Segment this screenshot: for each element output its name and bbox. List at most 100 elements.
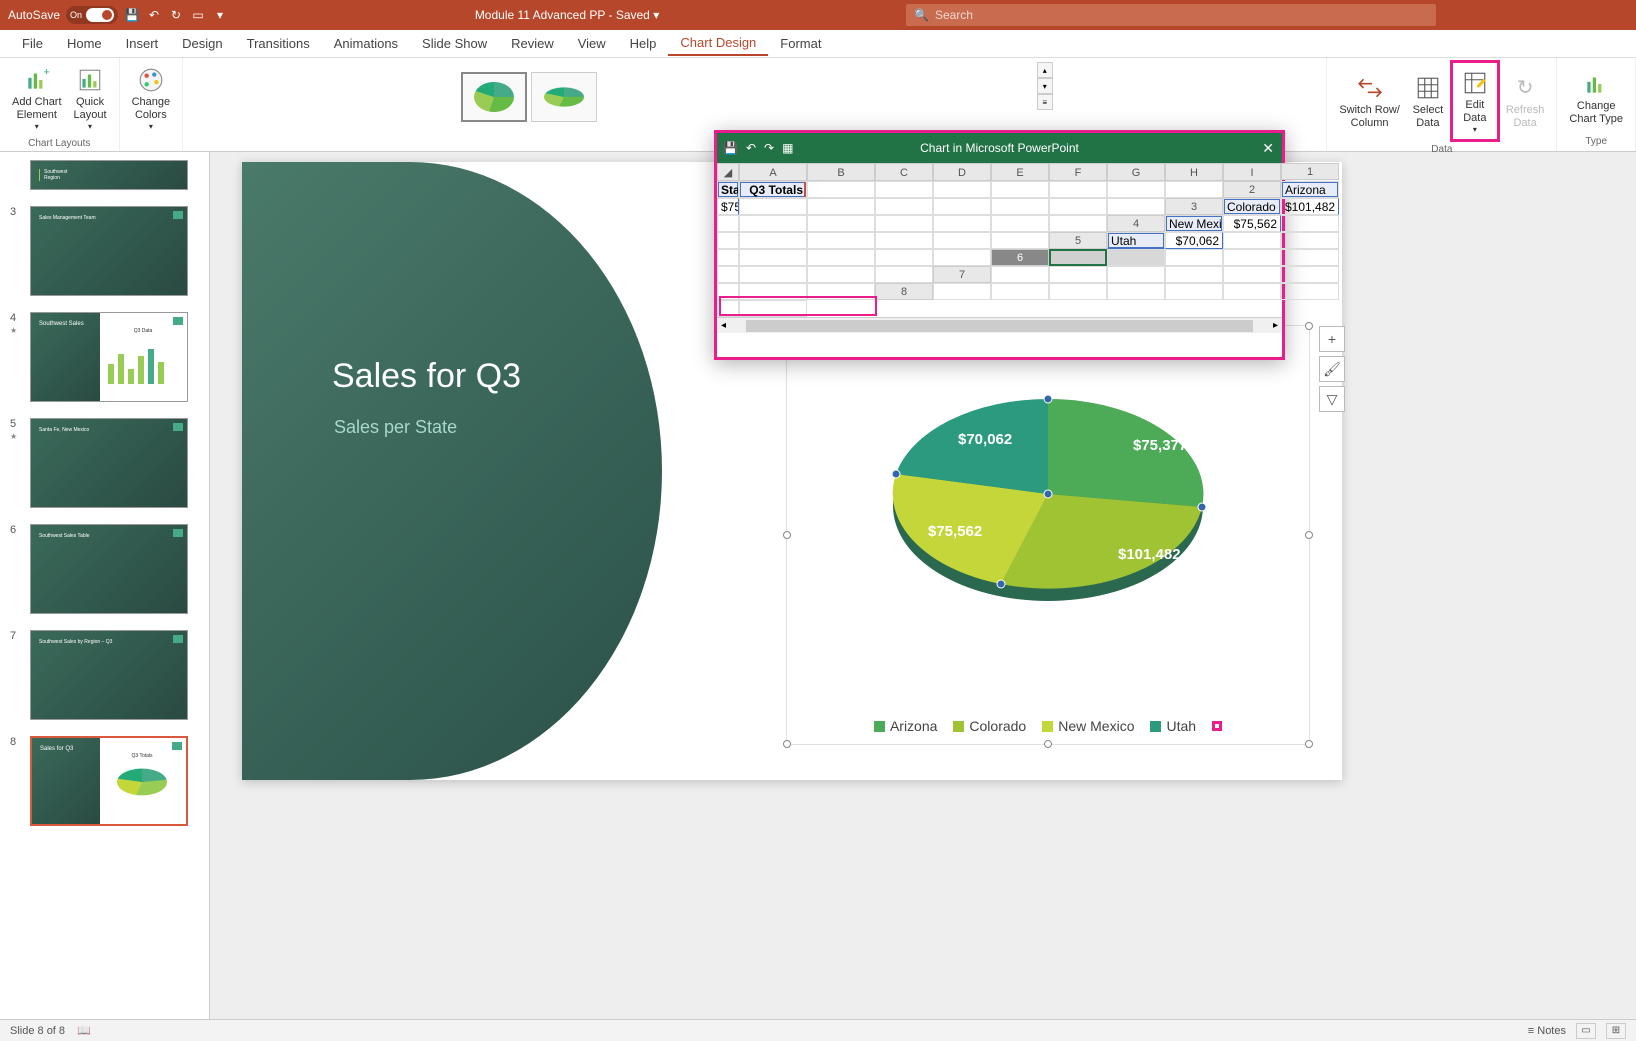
chart-plus-button[interactable]: + bbox=[1319, 326, 1345, 352]
qat-more-icon[interactable]: ▾ bbox=[212, 7, 228, 23]
select-all-cell[interactable]: ◢ bbox=[717, 163, 739, 181]
tab-home[interactable]: Home bbox=[55, 32, 114, 55]
excel-undo-icon[interactable]: ↶ bbox=[746, 141, 756, 155]
slide-thumb-4[interactable]: 4★ Southwest SalesQ3 Data bbox=[0, 304, 209, 410]
toggle-switch-icon bbox=[86, 8, 114, 22]
chart-filter-button[interactable]: ▽ bbox=[1319, 386, 1345, 412]
pie-label-arizona: $75,377 bbox=[1133, 437, 1187, 454]
slide-thumb-8[interactable]: 8 Sales for Q3Q3 Totals bbox=[0, 728, 209, 834]
change-colors-button[interactable]: Change Colors ▾ bbox=[126, 60, 177, 136]
cell[interactable]: $75,377 bbox=[717, 198, 739, 215]
col-header[interactable]: D bbox=[933, 163, 991, 181]
row-header[interactable]: 7 bbox=[933, 266, 991, 283]
tab-transitions[interactable]: Transitions bbox=[235, 32, 322, 55]
pie-label-colorado: $101,482 bbox=[1118, 546, 1181, 563]
row-header[interactable]: 4 bbox=[1107, 215, 1165, 232]
excel-chart-icon[interactable]: ▦ bbox=[782, 141, 793, 155]
gallery-up-icon[interactable]: ▴ bbox=[1037, 62, 1053, 78]
svg-text:+: + bbox=[43, 67, 49, 79]
gallery-down-icon[interactable]: ▾ bbox=[1037, 78, 1053, 94]
col-header[interactable]: F bbox=[1049, 163, 1107, 181]
sorter-view-icon[interactable]: ⊞ bbox=[1606, 1023, 1626, 1039]
row-header[interactable]: 8 bbox=[875, 283, 933, 300]
tab-format[interactable]: Format bbox=[768, 32, 833, 55]
cell[interactable]: $101,482 bbox=[1281, 198, 1339, 215]
save-icon[interactable]: 💾 bbox=[124, 7, 140, 23]
gallery-more-icon[interactable]: ≡ bbox=[1037, 94, 1053, 110]
chart-style-2[interactable] bbox=[531, 72, 597, 122]
change-chart-type-button[interactable]: Change Chart Type bbox=[1563, 64, 1629, 130]
cell[interactable]: $75,562 bbox=[1223, 215, 1281, 232]
col-header[interactable]: G bbox=[1107, 163, 1165, 181]
search-box[interactable]: 🔍 bbox=[906, 4, 1436, 26]
cell[interactable]: New Mexico bbox=[1165, 215, 1223, 232]
slide-thumbnails[interactable]: Southwest Region 3 Sales Management Team… bbox=[0, 152, 210, 1019]
cell[interactable]: $70,062 bbox=[1165, 232, 1223, 249]
excel-save-icon[interactable]: 💾 bbox=[723, 141, 738, 155]
quick-layout-icon bbox=[74, 64, 106, 96]
excel-grid[interactable]: ◢ A B C D E F G H I 1 State Q3 Totals 2 … bbox=[717, 163, 1282, 317]
notes-indicator-icon[interactable]: 📖 bbox=[77, 1024, 91, 1037]
autosave-toggle[interactable]: On bbox=[66, 6, 118, 24]
palette-icon bbox=[135, 64, 167, 96]
edit-data-button[interactable]: Edit Data ▾ bbox=[1450, 60, 1500, 142]
undo-icon[interactable]: ↶ bbox=[146, 7, 162, 23]
chart-style-gallery[interactable]: ▴ ▾ ≡ bbox=[455, 60, 1055, 134]
col-header[interactable]: I bbox=[1223, 163, 1281, 181]
add-chart-element-button[interactable]: + Add Chart Element ▾ bbox=[6, 60, 68, 136]
tab-chart-design[interactable]: Chart Design bbox=[668, 31, 768, 56]
tab-animations[interactable]: Animations bbox=[322, 32, 410, 55]
row-header[interactable]: 5 bbox=[1049, 232, 1107, 249]
pie-chart-object[interactable]: + 🖌 ▽ $75,377 bbox=[786, 325, 1310, 745]
excel-redo-icon[interactable]: ↷ bbox=[764, 141, 774, 155]
chart-data-window[interactable]: 💾 ↶ ↷ ▦ Chart in Microsoft PowerPoint ✕ … bbox=[714, 130, 1285, 360]
cell[interactable]: State bbox=[717, 181, 739, 198]
search-input[interactable] bbox=[935, 8, 1428, 22]
switch-row-column-button[interactable]: Switch Row/ Column bbox=[1333, 68, 1406, 134]
tab-help[interactable]: Help bbox=[618, 32, 669, 55]
col-header[interactable]: E bbox=[991, 163, 1049, 181]
notes-button[interactable]: ≡ Notes bbox=[1528, 1025, 1566, 1037]
cell[interactable]: Q3 Totals bbox=[739, 181, 807, 198]
legend-item-newmexico: New Mexico bbox=[1042, 718, 1134, 734]
chevron-down-icon: ▾ bbox=[35, 122, 39, 132]
cell[interactable]: Arizona bbox=[1281, 181, 1339, 198]
cell[interactable]: Utah bbox=[1107, 232, 1165, 249]
excel-titlebar: 💾 ↶ ↷ ▦ Chart in Microsoft PowerPoint ✕ bbox=[717, 133, 1282, 163]
tab-insert[interactable]: Insert bbox=[114, 32, 171, 55]
slide-thumb-6[interactable]: 6 Southwest Sales Table bbox=[0, 516, 209, 622]
close-icon[interactable]: ✕ bbox=[1262, 140, 1274, 157]
pie-label-utah: $70,062 bbox=[958, 431, 1012, 448]
row-header[interactable]: 3 bbox=[1165, 198, 1223, 215]
tab-view[interactable]: View bbox=[566, 32, 618, 55]
slideshow-icon[interactable]: ▭ bbox=[190, 7, 206, 23]
col-header[interactable]: A bbox=[739, 163, 807, 181]
slide-subtitle[interactable]: Sales per State bbox=[334, 417, 457, 438]
redo-icon[interactable]: ↻ bbox=[168, 7, 184, 23]
tab-review[interactable]: Review bbox=[499, 32, 566, 55]
slide-thumb-7[interactable]: 7 Southwest Sales by Region – Q3 bbox=[0, 622, 209, 728]
cell[interactable]: Colorado bbox=[1223, 198, 1281, 215]
row-header[interactable]: 1 bbox=[1281, 163, 1339, 180]
normal-view-icon[interactable]: ▭ bbox=[1576, 1023, 1596, 1039]
slide-title[interactable]: Sales for Q3 bbox=[332, 357, 521, 396]
select-data-button[interactable]: Select Data bbox=[1406, 68, 1450, 134]
chart-brush-button[interactable]: 🖌 bbox=[1319, 356, 1345, 382]
chart-style-1[interactable] bbox=[461, 72, 527, 122]
quick-layout-button[interactable]: Quick Layout ▾ bbox=[68, 60, 113, 136]
col-header[interactable]: B bbox=[807, 163, 875, 181]
tab-slideshow[interactable]: Slide Show bbox=[410, 32, 499, 55]
tab-file[interactable]: File bbox=[10, 32, 55, 55]
slide-thumb-1-partial[interactable]: Southwest Region bbox=[0, 152, 209, 198]
col-header[interactable]: C bbox=[875, 163, 933, 181]
cell[interactable] bbox=[1107, 249, 1165, 266]
legend-item-utah: Utah bbox=[1150, 718, 1196, 734]
slide-thumb-5[interactable]: 5★ Santa Fe, New Mexico bbox=[0, 410, 209, 516]
excel-h-scrollbar[interactable]: ◂ ▸ bbox=[717, 317, 1282, 333]
tab-design[interactable]: Design bbox=[170, 32, 234, 55]
slide-thumb-3[interactable]: 3 Sales Management Team bbox=[0, 198, 209, 304]
col-header[interactable]: H bbox=[1165, 163, 1223, 181]
row-header[interactable]: 6 bbox=[991, 249, 1049, 266]
active-cell[interactable] bbox=[1049, 249, 1107, 266]
row-header[interactable]: 2 bbox=[1223, 181, 1281, 198]
